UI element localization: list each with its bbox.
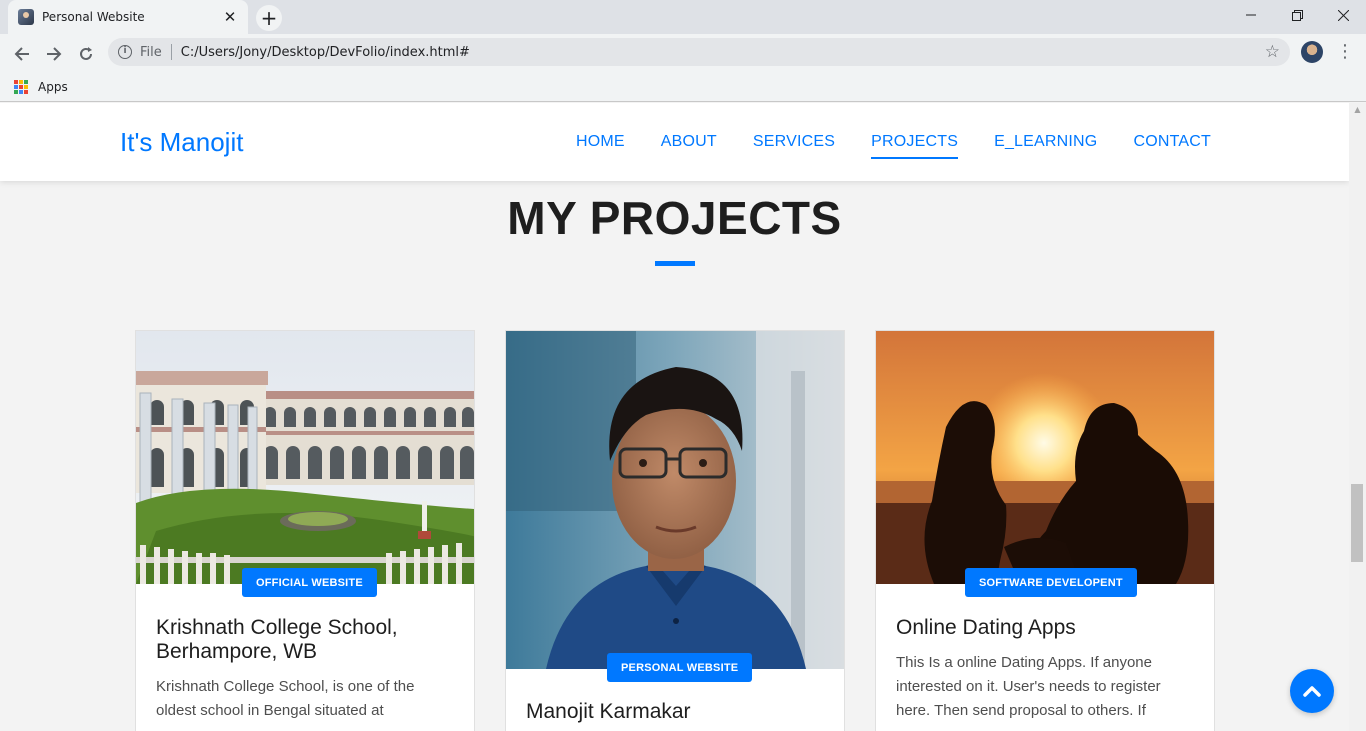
sunset-couple-photo[interactable] [876,331,1214,584]
portrait-photo[interactable] [506,331,844,669]
address-bar[interactable]: i File C:/Users/Jony/Desktop/DevFolio/in… [108,38,1290,66]
nav-home[interactable]: HOME [576,133,625,151]
bookmark-star-icon[interactable]: ☆ [1265,42,1280,62]
apps-grid-icon[interactable] [14,79,28,94]
chevron-up-icon [1303,686,1321,697]
section-title: MY PROJECTS [507,192,842,244]
page-scrollbar[interactable]: ▲ [1349,103,1366,731]
reload-button[interactable] [72,40,100,68]
profile-avatar[interactable] [1301,41,1323,63]
bookmarks-bar: Apps [0,72,1366,102]
scheme-label: File [140,44,162,60]
arrow-left-icon [14,47,29,61]
scroll-up-icon[interactable]: ▲ [1349,103,1366,117]
project-card: OFFICIAL WEBSITE Krishnath College Schoo… [135,330,475,731]
nav-contact[interactable]: CONTACT [1133,133,1211,151]
browser-menu-icon[interactable]: ⋮ [1336,42,1354,62]
bookmark-apps[interactable]: Apps [38,80,68,94]
url-text[interactable]: C:/Users/Jony/Desktop/DevFolio/index.htm… [181,45,1265,60]
project-description: This Is a online Dating Apps. If anyone … [896,654,1161,719]
main-nav: HOME ABOUT SERVICES PROJECTS E_LEARNING … [540,133,1211,159]
title-underline [655,261,695,266]
reload-icon [80,47,92,60]
nav-e-learning[interactable]: E_LEARNING [994,133,1097,151]
restore-button[interactable] [1274,0,1320,30]
minimize-button[interactable] [1228,0,1274,30]
site-brand[interactable]: It's Manojit [120,127,243,158]
project-card: PERSONAL WEBSITE Manojit Karmakar [505,330,845,731]
project-card: SOFTWARE DEVELOPENT Online Dating Apps T… [875,330,1215,731]
nav-projects[interactable]: PROJECTS [871,133,959,159]
close-window-button[interactable] [1320,0,1366,30]
project-title[interactable]: Manojit Karmakar [526,700,826,724]
info-icon[interactable]: i [118,45,132,59]
browser-tab[interactable]: Personal Website ✕ [8,0,248,34]
scroll-thumb[interactable] [1351,484,1363,562]
project-badge[interactable]: SOFTWARE DEVELOPENT [965,568,1137,597]
project-title[interactable]: Online Dating Apps [896,616,1196,640]
restore-icon [1291,9,1303,21]
tab-close-icon[interactable]: ✕ [222,8,238,26]
window-controls [1228,0,1366,30]
project-badge[interactable]: OFFICIAL WEBSITE [242,568,377,597]
nav-services[interactable]: SERVICES [753,133,835,151]
nav-about[interactable]: ABOUT [661,133,717,151]
forward-button[interactable] [40,40,68,68]
project-description: Krishnath College School, is one of the … [156,678,415,719]
close-icon [1337,9,1349,21]
page-viewport: It's Manojit HOME ABOUT SERVICES PROJECT… [0,103,1349,731]
project-badge[interactable]: PERSONAL WEBSITE [607,653,753,682]
arrow-right-icon [47,47,62,61]
browser-tab-bar: Personal Website ✕ + [0,0,1366,34]
back-button[interactable] [8,40,36,68]
site-header: It's Manojit HOME ABOUT SERVICES PROJECT… [0,103,1349,181]
site-favicon-icon [18,9,34,25]
minimize-icon [1246,14,1256,16]
back-to-top-button[interactable] [1290,669,1334,713]
omnibox-divider [170,44,172,60]
project-title[interactable]: Krishnath College School, Berhampore, WB [156,616,456,664]
tab-title: Personal Website [42,10,145,24]
new-tab-button[interactable]: + [256,5,282,31]
college-building-photo[interactable] [136,331,474,584]
